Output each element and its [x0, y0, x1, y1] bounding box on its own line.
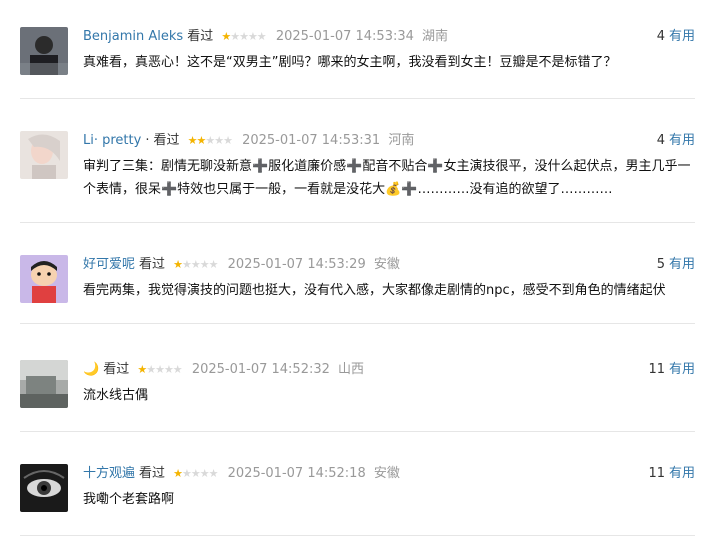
username-link[interactable]: 好可爱呢	[83, 257, 135, 272]
comment-item: 十方观遍 看过 ★★★★★ 2025-01-07 14:52:18 安徽 11 有用…	[20, 464, 695, 536]
useful-count: 5	[656, 257, 665, 272]
comment-text: 审判了三集：剧情无聊没新意➕服化道廉价感➕配音不贴合➕女主演技很平，没什么起伏点…	[83, 159, 691, 197]
rating-stars: ★★★★★	[221, 30, 266, 43]
watched-status: 看过	[139, 466, 166, 481]
watched-separator: ·	[145, 133, 150, 148]
watched-status: 看过	[139, 257, 166, 272]
comment-time: 2025-01-07 14:53:34	[275, 29, 414, 44]
comment-location: 安徽	[373, 466, 400, 481]
comment-location: 湖南	[422, 29, 449, 44]
comment-time: 2025-01-07 14:52:18	[227, 466, 366, 481]
rating-stars: ★★★★★	[173, 467, 218, 480]
comment-text: 流水线古偶	[83, 388, 149, 403]
comment-text: 我嘞个老套路啊	[83, 492, 175, 507]
watched-status: 看过	[153, 133, 180, 148]
username-link[interactable]: 十方观遍	[83, 466, 135, 481]
avatar[interactable]	[20, 27, 68, 75]
avatar[interactable]	[20, 131, 68, 179]
comment-item: Li· pretty · 看过 ★★★★★ 2025-01-07 14:53:31 …	[20, 131, 695, 223]
username-link[interactable]: Benjamin Aleks	[83, 29, 183, 44]
comment-time: 2025-01-07 14:53:31	[242, 133, 381, 148]
useful-count: 4	[656, 29, 665, 44]
comment-item: Benjamin Aleks 看过 ★★★★★ 2025-01-07 14:53:…	[20, 27, 695, 99]
rating-stars: ★★★★★	[187, 134, 233, 147]
comment-item: 🌙 看过 ★★★★★ 2025-01-07 14:52:32 山西 11 有用 流水…	[20, 360, 695, 432]
watched-status: 看过	[103, 362, 130, 377]
comment-time: 2025-01-07 14:52:32	[191, 362, 330, 377]
avatar[interactable]	[20, 255, 68, 303]
useful-count: 4	[656, 133, 665, 148]
avatar[interactable]	[20, 464, 68, 512]
useful-button[interactable]: 有用	[669, 466, 695, 481]
comment-item: 好可爱呢 看过 ★★★★★ 2025-01-07 14:53:29 安徽 5 有用 …	[20, 255, 695, 324]
avatar[interactable]	[20, 360, 68, 408]
comment-text: 真难看，真恶心！这不是“双男主”剧吗？哪来的女主啊，我没看到女主！豆瓣是不是标错…	[83, 55, 617, 70]
useful-count: 11	[648, 362, 665, 377]
rating-stars: ★★★★★	[173, 258, 218, 271]
rating-stars: ★★★★★	[137, 363, 182, 376]
useful-button[interactable]: 有用	[669, 29, 695, 44]
username-link[interactable]: Li· pretty	[83, 133, 141, 148]
useful-count: 11	[648, 466, 665, 481]
useful-button[interactable]: 有用	[669, 257, 695, 272]
comment-location: 河南	[388, 133, 415, 148]
useful-button[interactable]: 有用	[669, 133, 695, 148]
comment-location: 山西	[338, 362, 365, 377]
comment-location: 安徽	[373, 257, 400, 272]
useful-button[interactable]: 有用	[669, 362, 695, 377]
comment-time: 2025-01-07 14:53:29	[227, 257, 366, 272]
comment-text: 看完两集，我觉得演技的问题也挺大，没有代入感，大家都像走剧情的npc，感受不到角…	[83, 283, 666, 298]
username-link[interactable]: 🌙	[83, 362, 99, 377]
watched-status: 看过	[187, 29, 214, 44]
